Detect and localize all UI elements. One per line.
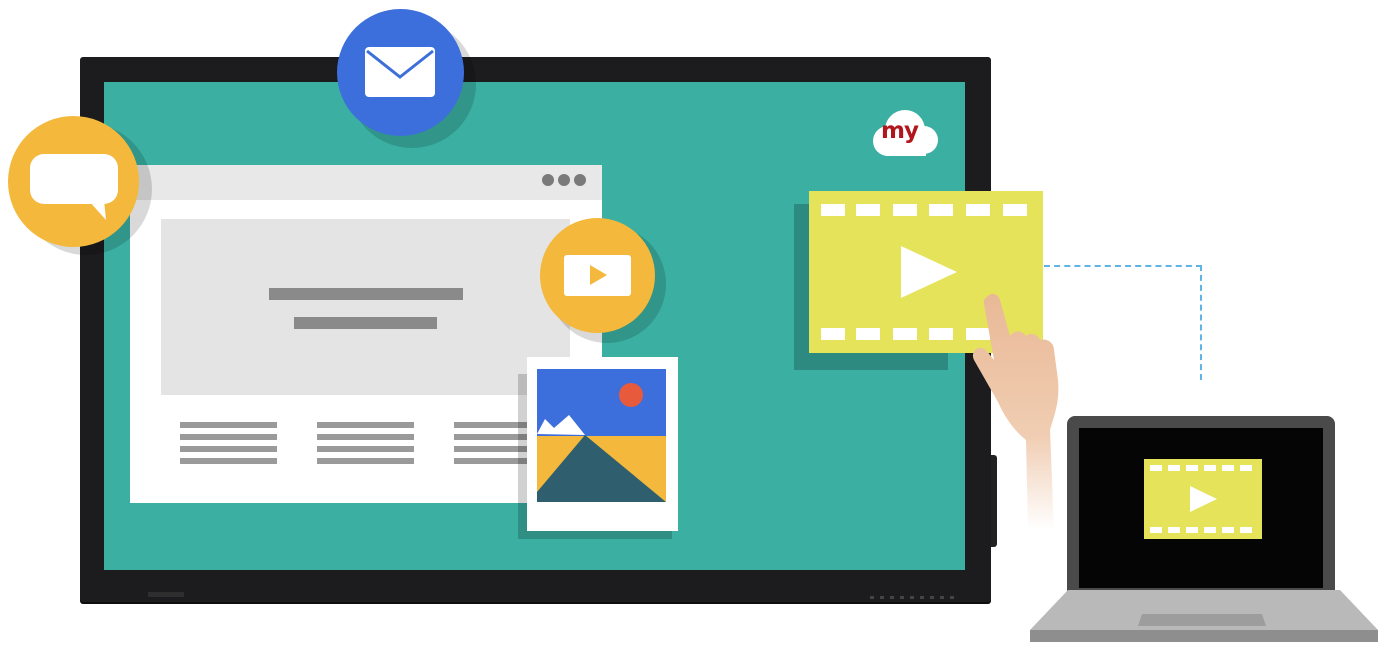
laptop-video-card[interactable] <box>1144 459 1262 539</box>
pointing-hand-icon <box>972 293 1059 530</box>
connection-line <box>1044 265 1202 267</box>
laptop-base <box>1030 590 1378 642</box>
browser-title-bar <box>130 165 602 200</box>
display-indicator-lights <box>870 596 954 600</box>
connection-line-vertical <box>1200 265 1202 380</box>
text-column-placeholder <box>180 422 277 464</box>
laptop-trackpad <box>1138 614 1266 626</box>
browser-menu-dots-icon <box>542 174 586 186</box>
text-column-placeholder <box>317 422 414 464</box>
envelope-icon <box>365 47 435 97</box>
video-circle <box>540 218 655 333</box>
photo-card <box>527 357 678 531</box>
chat-circle <box>8 116 139 247</box>
film-strip-play-icon <box>1150 465 1252 533</box>
browser-hero-banner <box>161 219 570 395</box>
brand-logo-text: my <box>881 118 919 144</box>
hero-subline-placeholder <box>294 317 437 329</box>
mail-circle <box>337 9 464 136</box>
play-icon <box>564 255 631 296</box>
chat-bubble-icon <box>30 154 118 220</box>
hero-headline-placeholder <box>269 288 463 300</box>
brand-logo: my <box>868 108 940 160</box>
landscape-image-icon <box>537 369 666 502</box>
display-brand-mark <box>148 592 184 597</box>
